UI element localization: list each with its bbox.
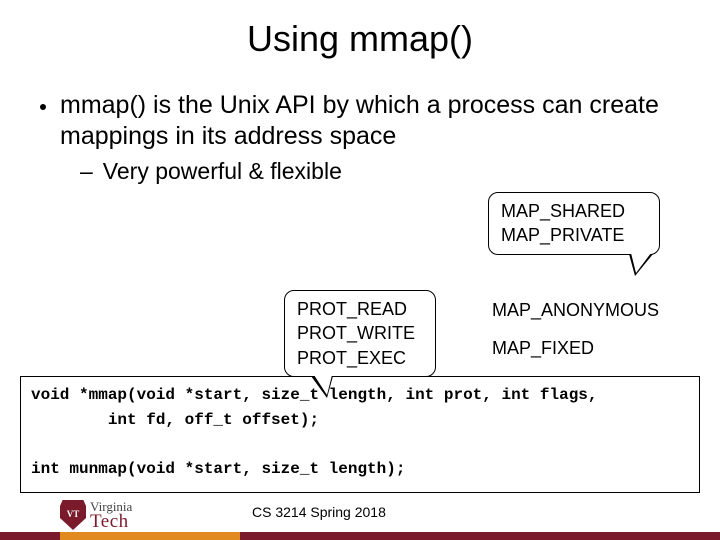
bullet-dash-icon: – (80, 157, 93, 186)
bullet-level1: mmap() is the Unix API by which a proces… (40, 90, 680, 153)
callout-flags-line: MAP_SHARED (501, 199, 647, 223)
callout-prot-line: PROT_EXEC (297, 346, 423, 370)
callout-flags: MAP_SHARED MAP_PRIVATE (488, 192, 660, 255)
vt-shield-icon (60, 500, 86, 530)
code-block: void *mmap(void *start, size_t length, i… (20, 376, 700, 493)
callout-prot-line: PROT_READ (297, 297, 423, 321)
bullet-text: mmap() is the Unix API by which a proces… (60, 90, 680, 153)
callout-prot-line: PROT_WRITE (297, 321, 423, 345)
callout-flags-line: MAP_PRIVATE (501, 223, 647, 247)
footer-course-label: CS 3214 Spring 2018 (252, 504, 386, 520)
slide: Using mmap() mmap() is the Unix API by w… (0, 0, 720, 540)
callout-tail-icon (311, 376, 333, 398)
bullet-level2: – Very powerful & flexible (80, 157, 680, 186)
callout-tail-icon (629, 254, 653, 276)
body-content: mmap() is the Unix API by which a proces… (0, 60, 720, 185)
callout-prot: PROT_READ PROT_WRITE PROT_EXEC (284, 290, 436, 377)
annotation-fixed: MAP_FIXED (492, 333, 594, 364)
slide-title: Using mmap() (0, 0, 720, 60)
bullet-dot-icon (40, 104, 46, 110)
footer: Virginia Tech CS 3214 Spring 2018 (0, 488, 720, 540)
annotation-anonymous: MAP_ANONYMOUS (492, 295, 659, 326)
vt-logo-text: Virginia Tech (90, 501, 132, 530)
vt-logo: Virginia Tech (60, 500, 132, 530)
bullet-sub-text: Very powerful & flexible (103, 157, 342, 186)
footer-bar (0, 532, 720, 540)
vt-logo-line2: Tech (90, 513, 132, 530)
